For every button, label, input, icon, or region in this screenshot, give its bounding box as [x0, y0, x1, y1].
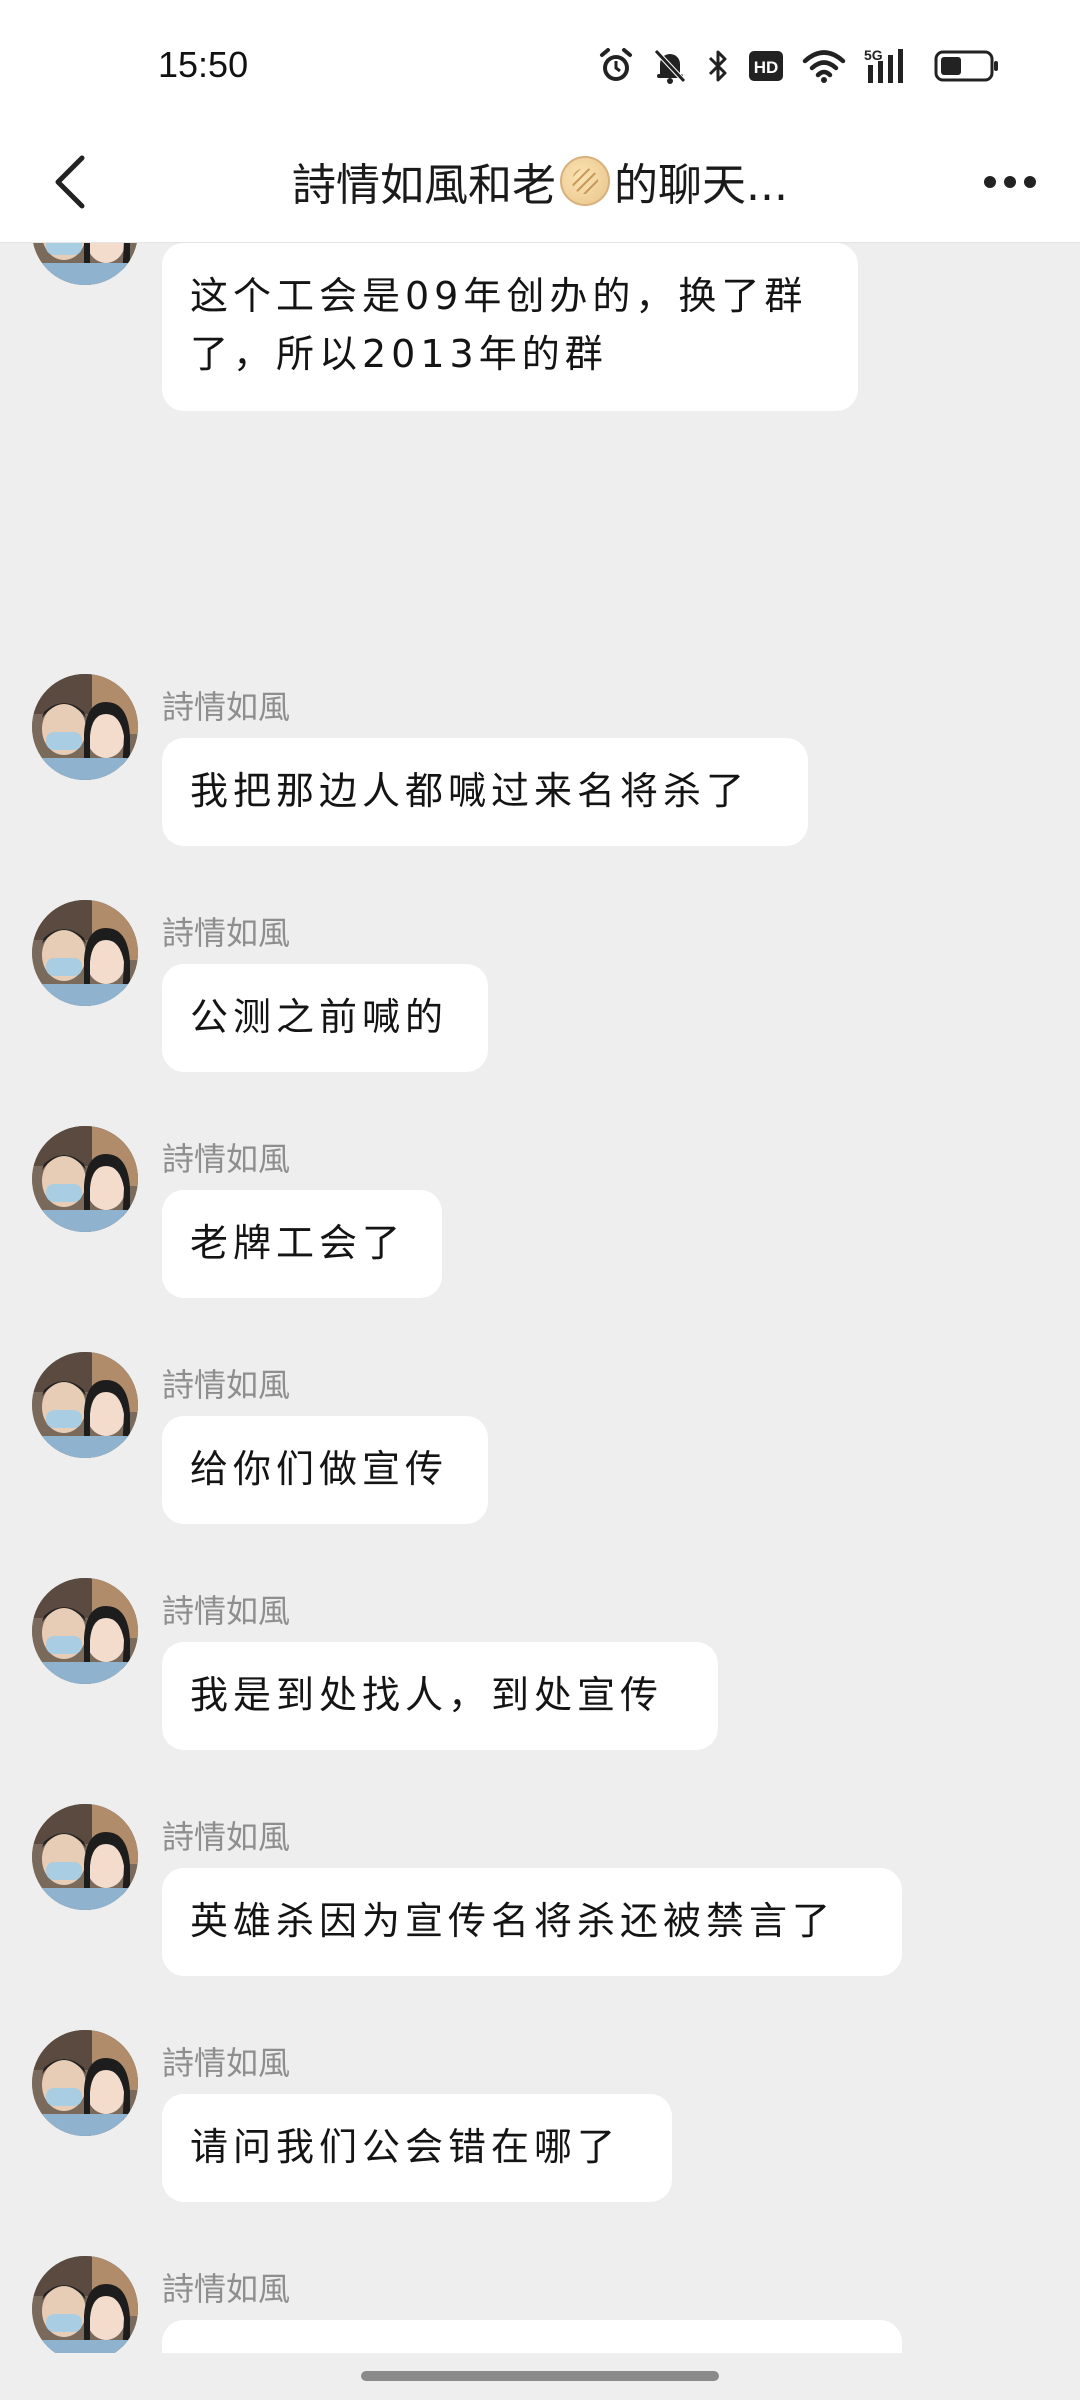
wifi-icon [802, 48, 846, 84]
message-bubble[interactable]: 请问我们公会错在哪了 [162, 2094, 672, 2202]
chat-title-suffix: 的聊天... [614, 160, 788, 211]
message-bubble[interactable]: 这个工会是09年创办的，换了群了，所以2013年的群 [162, 243, 858, 411]
sender-name: 詩情如風 [162, 1818, 291, 1856]
message-item: 詩情如風请问我们公会错在哪了 [0, 2030, 1080, 2208]
message-item: 詩情如風这个工会是09年创办的，换了群了，所以2013年的群 [0, 243, 1080, 417]
sender-avatar[interactable] [32, 1352, 138, 1458]
home-indicator[interactable] [361, 2371, 719, 2381]
sender-avatar[interactable] [32, 1804, 138, 1910]
status-time: 15:50 [158, 44, 249, 85]
status-icons: HD 5G [598, 44, 1000, 88]
sender-avatar[interactable] [32, 674, 138, 780]
more-button[interactable] [970, 142, 1050, 222]
message-item: 詩情如風规则都是你们自己定的，而且我们也没有犯规 [0, 2256, 1080, 2353]
sender-name: 詩情如風 [162, 2270, 291, 2308]
bluetooth-icon [706, 47, 730, 85]
message-bubble[interactable]: 公测之前喊的 [162, 964, 488, 1072]
svg-text:HD: HD [754, 58, 779, 77]
message-item: 詩情如風我是到处找人，到处宣传 [0, 1578, 1080, 1756]
nav-bar: 詩情如風和老 的聊天... [0, 120, 1080, 243]
svg-text:5G: 5G [864, 47, 883, 63]
message-item: 詩情如風给你们做宣传 [0, 1352, 1080, 1530]
home-bar [0, 2353, 1080, 2400]
hd-icon: HD [748, 49, 784, 83]
chat-title-prefix: 詩情如風和老 [292, 160, 557, 211]
message-bubble[interactable]: 我把那边人都喊过来名将杀了 [162, 738, 808, 846]
sender-avatar[interactable] [32, 243, 138, 285]
chat-title: 詩情如風和老 的聊天... [150, 120, 930, 242]
message-bubble[interactable]: 老牌工会了 [162, 1190, 442, 1298]
message-bubble[interactable]: 我是到处找人，到处宣传 [162, 1642, 718, 1750]
sender-name: 詩情如風 [162, 2044, 291, 2082]
mute-icon [652, 47, 688, 85]
sender-name: 詩情如風 [162, 688, 291, 726]
alarm-icon [598, 47, 634, 85]
sender-avatar[interactable] [32, 1578, 138, 1684]
message-item: 詩情如風英雄杀因为宣传名将杀还被禁言了 [0, 1804, 1080, 1982]
more-dots-icon [984, 176, 1036, 188]
message-bubble[interactable]: 英雄杀因为宣传名将杀还被禁言了 [162, 1868, 902, 1976]
sender-name: 詩情如風 [162, 1366, 291, 1404]
sender-avatar[interactable] [32, 2030, 138, 2136]
chevron-left-icon [55, 155, 85, 209]
emoji-badge-icon [560, 156, 611, 206]
message-item: 詩情如風公测之前喊的 [0, 900, 1080, 1078]
sender-name: 詩情如風 [162, 1592, 291, 1630]
sender-name: 詩情如風 [162, 914, 291, 952]
battery-icon [934, 49, 1000, 83]
message-bubble[interactable]: 规则都是你们自己定的，而且我们也没有犯规 [162, 2320, 902, 2353]
message-item: 詩情如風我把那边人都喊过来名将杀了 [0, 674, 1080, 852]
message-bubble[interactable]: 给你们做宣传 [162, 1416, 488, 1524]
sender-avatar[interactable] [32, 900, 138, 1006]
back-button[interactable] [30, 142, 110, 222]
sender-avatar[interactable] [32, 1126, 138, 1232]
sender-name: 詩情如風 [162, 1140, 291, 1178]
sender-avatar[interactable] [32, 2256, 138, 2353]
status-bar: 15:50 HD 5G [0, 0, 1080, 120]
message-item: 詩情如風 老牌工会了 [0, 1126, 1080, 1304]
chat-message-list[interactable]: 詩情如風这个工会是09年创办的，换了群了，所以2013年的群詩情如風我把那边人都… [0, 243, 1080, 2353]
5g-signal-icon: 5G [864, 47, 916, 85]
